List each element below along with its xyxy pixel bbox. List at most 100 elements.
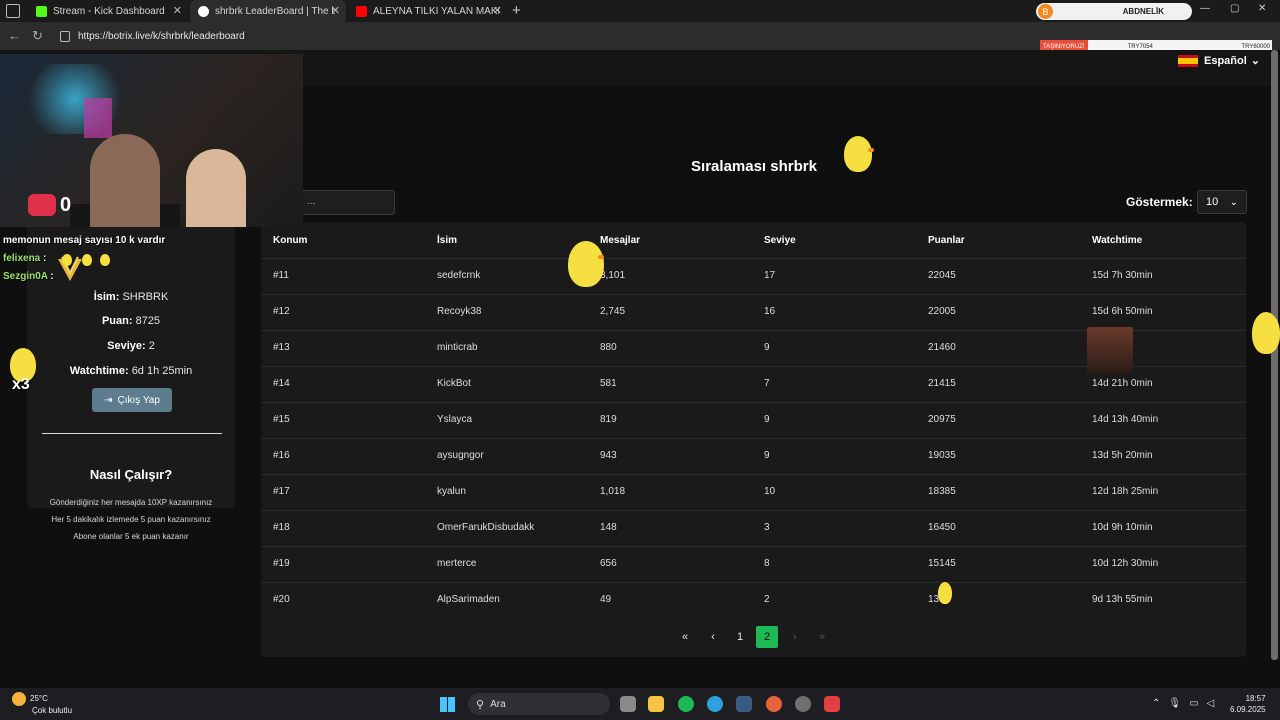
duck-emote-icon — [100, 254, 110, 266]
table-cell: AlpSarimaden — [437, 594, 500, 605]
column-header[interactable]: İsim — [437, 235, 457, 246]
youtube-icon — [356, 5, 367, 17]
table-cell: 10d 12h 30min — [1092, 558, 1159, 569]
table-cell: 17 — [764, 270, 776, 281]
how-line: Abone olanlar 5 ek puan kazanır — [73, 532, 189, 541]
first-page-button[interactable]: « — [674, 626, 696, 648]
table-cell: 2 — [764, 594, 770, 605]
opera-icon[interactable] — [766, 696, 782, 712]
close-window-icon[interactable]: ✕ — [1258, 3, 1266, 14]
language-selector[interactable]: Español ⌄ — [1178, 54, 1260, 67]
spotify-icon[interactable] — [678, 696, 694, 712]
close-tab-icon[interactable]: ✕ — [173, 4, 182, 17]
clock[interactable]: 18:57 6.09.2025 — [1230, 693, 1266, 715]
refresh-icon[interactable]: ↻ — [32, 28, 43, 44]
duck-emote-icon — [1252, 312, 1280, 354]
table-cell: 14d 21h 0min — [1092, 378, 1153, 389]
close-tab-icon[interactable]: ✕ — [331, 4, 340, 17]
table-cell: 12d 18h 25min — [1092, 486, 1159, 497]
cam-light — [20, 64, 130, 134]
duck-emote-icon — [62, 254, 72, 266]
botrix-icon — [198, 5, 209, 17]
table-cell: sedefcrnk — [437, 270, 481, 281]
taskbar-search[interactable]: ⚲ Ara — [468, 693, 610, 715]
tab-kick-dashboard[interactable]: Stream - Kick Dashboard ✕ — [28, 0, 188, 22]
user-name: İsim: SHRBRK — [93, 291, 169, 303]
table-cell: aysugngor — [437, 450, 484, 461]
weather-icon — [12, 692, 26, 706]
column-header[interactable]: Mesajlar — [600, 235, 640, 246]
chat-message: memonun mesaj sayısı 10 k vardır — [3, 235, 166, 246]
table-cell: 21415 — [928, 378, 956, 389]
table-cell: 15145 — [928, 558, 956, 569]
table-cell: 10 — [764, 486, 776, 497]
tab-leaderboard[interactable]: shrbrk LeaderBoard | The best Ch ✕ — [190, 0, 346, 22]
page-2-button[interactable]: 2 — [756, 626, 778, 648]
duck-emote-icon — [938, 582, 952, 604]
chat-username: felixena — [3, 253, 41, 264]
duck-emote-icon — [568, 241, 604, 287]
table-cell: #16 — [273, 450, 290, 461]
table-cell: OmerFarukDisbudakk — [437, 522, 535, 533]
obs-icon[interactable] — [795, 696, 811, 712]
table-cell: #11 — [273, 270, 289, 281]
table-cell: Yslayca — [437, 414, 473, 425]
heart-count: 0 — [60, 194, 72, 216]
table-cell: 7 — [764, 378, 770, 389]
table-cell: 49 — [600, 594, 612, 605]
page-size-select[interactable]: 10 ⌄ — [1197, 190, 1247, 214]
file-explorer-icon[interactable] — [648, 696, 664, 712]
leaderboard-title: Sıralaması shrbrk — [691, 158, 817, 175]
window-menu-icon[interactable] — [6, 4, 20, 18]
table-cell: 581 — [600, 378, 617, 389]
profile-pill[interactable]: B ABDNELİK — [1036, 3, 1192, 20]
spain-flag-icon — [1178, 54, 1198, 67]
column-header[interactable]: Seviye — [764, 235, 796, 246]
table-cell: merterce — [437, 558, 477, 569]
maximize-icon[interactable]: ▢ — [1230, 3, 1239, 14]
user-level: Seviye: 2 — [107, 340, 155, 352]
url-field[interactable]: https://botrix.live/k/shrbrk/leaderboard — [60, 27, 1160, 45]
divider — [42, 433, 222, 434]
chat-message: felixena : — [3, 253, 47, 264]
back-icon[interactable]: ← — [8, 28, 21, 43]
logout-icon: ⇥ — [104, 394, 113, 406]
user-points: Puan: 8725 — [101, 315, 161, 327]
chat-message: Sezgin0A : — [3, 271, 54, 282]
edge-icon[interactable] — [707, 696, 723, 712]
weather-widget[interactable]: 25°C Çok bulutlu — [12, 692, 72, 715]
search-icon: ⚲ — [476, 698, 485, 711]
app-icon[interactable] — [824, 696, 840, 712]
table-cell: 22045 — [928, 270, 956, 281]
table-cell: 3,101 — [600, 270, 626, 281]
table-cell: 880 — [600, 342, 617, 353]
next-page-button[interactable]: › — [784, 626, 806, 648]
column-header[interactable]: Watchtime — [1092, 235, 1142, 246]
prev-page-button[interactable]: ‹ — [702, 626, 724, 648]
duck-emote-icon — [82, 254, 92, 266]
search-input[interactable]: ... — [300, 190, 395, 215]
table-cell: #20 — [273, 594, 290, 605]
multiplier-badge: x3 — [12, 376, 30, 393]
table-cell: 9 — [764, 450, 770, 461]
logout-button[interactable]: ⇥ Çıkış Yap — [92, 388, 172, 412]
table-cell: 18385 — [928, 486, 956, 497]
tab-youtube[interactable]: ALEYNA TİLKİ YALAN MAKİNESİN ✕ — [348, 0, 508, 22]
table-cell: 9d 13h 55min — [1092, 594, 1153, 605]
steam-icon[interactable] — [736, 696, 752, 712]
minimize-icon[interactable]: — — [1200, 3, 1210, 14]
column-header[interactable]: Konum — [273, 235, 307, 246]
avatar: B — [1038, 4, 1053, 19]
windows-start-icon[interactable] — [440, 697, 455, 712]
close-tab-icon[interactable]: ✕ — [493, 4, 502, 17]
column-header[interactable]: Puanlar — [928, 235, 965, 246]
page-scrollbar[interactable] — [1271, 50, 1278, 660]
page-1-button[interactable]: 1 — [729, 626, 751, 648]
table-cell: 943 — [600, 450, 617, 461]
table-cell: 8 — [764, 558, 770, 569]
table-cell: #17 — [273, 486, 290, 497]
task-view-icon[interactable] — [620, 696, 636, 712]
new-tab-icon[interactable]: + — [512, 2, 521, 19]
system-tray[interactable]: ⌃🎙▭◁ — [1152, 698, 1222, 709]
last-page-button[interactable]: » — [811, 626, 833, 648]
